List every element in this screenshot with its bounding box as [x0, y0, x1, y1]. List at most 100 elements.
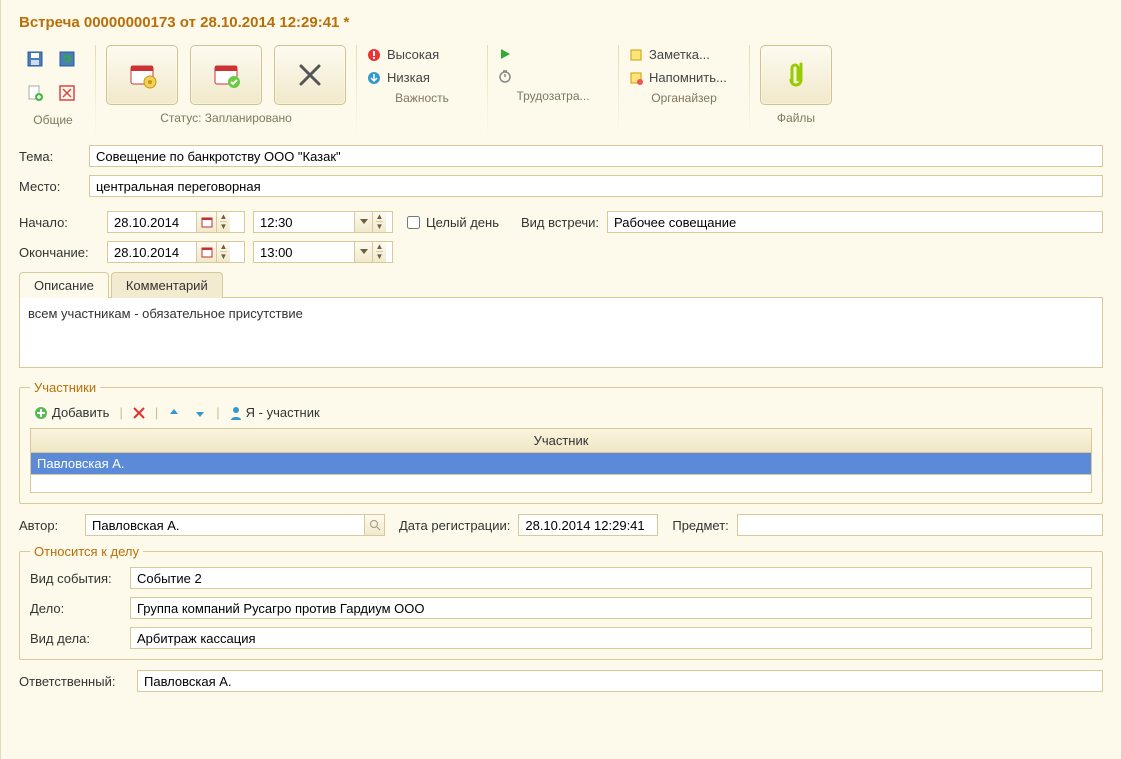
tabs: Описание Комментарий [19, 271, 1103, 298]
end-date-field[interactable]: ▲▼ [107, 241, 245, 263]
ribbon-caption-effort: Трудозатра... [516, 89, 589, 103]
x-red-icon [133, 407, 145, 419]
start-date-field[interactable]: ▲▼ [107, 211, 245, 233]
subject2-label: Предмет: [672, 518, 728, 533]
ribbon: Общие Статус: Запланировано [1, 39, 1121, 135]
ribbon-caption-common: Общие [33, 113, 72, 127]
subject2-field[interactable] [737, 514, 1103, 536]
files-button[interactable] [760, 45, 832, 105]
time-spinner[interactable]: ▲▼ [372, 212, 386, 232]
event-type-field[interactable] [130, 567, 1092, 589]
end-time-field[interactable]: ▲▼ [253, 241, 393, 263]
case-label: Дело: [30, 601, 122, 616]
effort-start-button[interactable] [498, 47, 608, 61]
chevron-down-icon[interactable] [354, 242, 372, 262]
page-title: Встреча 00000000173 от 28.10.2014 12:29:… [1, 0, 1121, 39]
event-type-input[interactable] [131, 571, 1091, 586]
subject-input[interactable] [90, 149, 1102, 164]
subject-field[interactable] [89, 145, 1103, 167]
regdate-field[interactable] [518, 514, 658, 536]
description-textarea[interactable]: всем участникам - обязательное присутств… [19, 298, 1103, 368]
date-spinner[interactable]: ▲▼ [216, 212, 230, 232]
author-input[interactable] [86, 518, 364, 533]
participants-toolbar: Добавить | | | Я - участник [30, 403, 1092, 422]
note-icon [629, 48, 643, 62]
add-participant-button[interactable]: Добавить [30, 403, 113, 422]
status-cancel-button[interactable] [274, 45, 346, 105]
ribbon-caption-importance: Важность [395, 91, 449, 105]
meeting-type-label: Вид встречи: [521, 215, 599, 230]
start-date-input[interactable] [108, 215, 196, 230]
date-spinner[interactable]: ▲▼ [216, 242, 230, 262]
responsible-field[interactable] [137, 670, 1103, 692]
case-input[interactable] [131, 601, 1091, 616]
time-spinner[interactable]: ▲▼ [372, 242, 386, 262]
meeting-type-input[interactable] [608, 215, 1102, 230]
ribbon-group-organizer: Заметка... Напомнить... Органайзер [619, 39, 749, 105]
lookup-icon[interactable] [364, 515, 384, 535]
delete-participant-button[interactable] [129, 405, 149, 421]
paperclip-icon [786, 60, 806, 90]
author-label: Автор: [19, 518, 77, 533]
importance-high-button[interactable]: Высокая [367, 47, 477, 62]
chevron-down-icon[interactable] [354, 212, 372, 232]
tab-description[interactable]: Описание [19, 272, 109, 298]
remind-icon [629, 71, 643, 85]
ribbon-caption-files: Файлы [777, 111, 815, 125]
place-label: Место: [19, 179, 81, 194]
arrow-up-icon [168, 407, 180, 419]
organizer-note-button[interactable]: Заметка... [629, 47, 739, 62]
case-type-field[interactable] [130, 627, 1092, 649]
calendar-icon[interactable] [196, 242, 216, 262]
case-type-input[interactable] [131, 631, 1091, 646]
participants-legend: Участники [30, 380, 100, 395]
organizer-remind-button[interactable]: Напомнить... [629, 70, 739, 85]
arrow-down-blue-icon [367, 71, 381, 85]
participants-fieldset: Участники Добавить | | | [19, 380, 1103, 504]
start-time-field[interactable]: ▲▼ [253, 211, 393, 233]
importance-low-button[interactable]: Низкая [367, 70, 477, 85]
person-icon [230, 406, 242, 420]
start-time-input[interactable] [254, 215, 354, 230]
place-field[interactable] [89, 175, 1103, 197]
participants-column-header[interactable]: Участник [30, 428, 1092, 453]
status-done-button[interactable] [190, 45, 262, 105]
subject-label: Тема: [19, 149, 81, 164]
end-label: Окончание: [19, 245, 99, 260]
delete-doc-icon[interactable] [57, 83, 77, 103]
exclamation-red-icon [367, 48, 381, 62]
participant-row[interactable]: Павловская А. [30, 453, 1092, 475]
tab-comment[interactable]: Комментарий [111, 272, 223, 298]
author-field[interactable] [85, 514, 385, 536]
start-label: Начало: [19, 215, 99, 230]
calendar-icon[interactable] [196, 212, 216, 232]
end-date-input[interactable] [108, 245, 196, 260]
me-participant-button[interactable]: Я - участник [226, 403, 324, 422]
move-up-button[interactable] [164, 405, 184, 421]
case-field[interactable] [130, 597, 1092, 619]
end-time-input[interactable] [254, 245, 354, 260]
effort-timer-button[interactable] [498, 69, 608, 83]
case-type-label: Вид дела: [30, 631, 122, 646]
subject2-input[interactable] [738, 518, 1102, 533]
save-refresh-icon[interactable] [57, 49, 77, 69]
ribbon-caption-organizer: Органайзер [651, 91, 717, 105]
place-input[interactable] [90, 179, 1102, 194]
case-legend: Относится к делу [30, 544, 143, 559]
meeting-type-field[interactable] [607, 211, 1103, 233]
meeting-form-window: Встреча 00000000173 от 28.10.2014 12:29:… [0, 0, 1121, 759]
event-type-label: Вид события: [30, 571, 122, 586]
stopwatch-icon [498, 69, 512, 83]
status-planned-button[interactable] [106, 45, 178, 105]
save-icon[interactable] [25, 49, 45, 69]
move-down-button[interactable] [190, 405, 210, 421]
arrow-down-icon [194, 407, 206, 419]
play-icon [498, 47, 512, 61]
participant-row-empty[interactable] [30, 475, 1092, 493]
ribbon-group-importance: Высокая Низкая Важность [357, 39, 487, 105]
ribbon-group-effort: Трудозатра... [488, 39, 618, 103]
regdate-label: Дата регистрации: [399, 518, 510, 533]
add-doc-icon[interactable] [25, 83, 45, 103]
allday-checkbox[interactable]: Целый день [407, 215, 499, 230]
responsible-input[interactable] [138, 674, 1102, 689]
